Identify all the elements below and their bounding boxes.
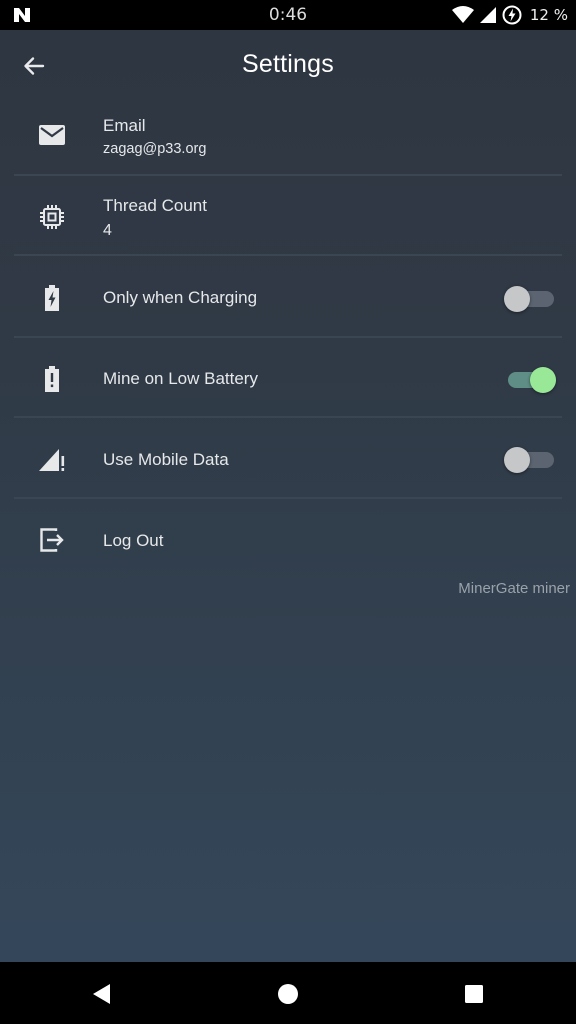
status-bar: 0:46 12 % — [0, 0, 576, 30]
page-title: Settings — [242, 50, 334, 78]
mail-icon — [36, 119, 68, 151]
toggle-thumb — [504, 286, 530, 312]
log-out-label: Log Out — [103, 531, 164, 550]
toolbar: Settings — [0, 30, 576, 100]
toggle-thumb — [504, 447, 530, 473]
setting-thread-count[interactable]: Thread Count 4 — [0, 176, 576, 256]
setting-email[interactable]: Email zagag@p33.org — [0, 100, 576, 180]
chip-icon — [36, 201, 68, 233]
status-icons: 12 % — [451, 4, 568, 26]
battery-percent: 12 % — [529, 6, 568, 24]
use-mobile-data-toggle[interactable] — [504, 444, 554, 474]
app-caption: MinerGate miner — [458, 580, 570, 597]
setting-thread-count-label: Thread Count — [103, 196, 207, 215]
only-when-charging-toggle[interactable] — [504, 283, 554, 313]
circle-home-icon — [278, 984, 298, 1004]
setting-mine-on-low-battery-label: Mine on Low Battery — [103, 369, 258, 388]
setting-use-mobile-data[interactable]: Use Mobile Data — [0, 418, 576, 498]
setting-email-label: Email — [103, 116, 146, 135]
log-out-button[interactable]: Log Out — [0, 499, 576, 579]
setting-email-value: zagag@p33.org — [103, 141, 207, 157]
toggle-thumb — [530, 367, 556, 393]
setting-mine-on-low-battery[interactable]: Mine on Low Battery — [0, 337, 576, 417]
battery-charging-icon — [36, 282, 68, 314]
setting-only-when-charging-label: Only when Charging — [103, 288, 258, 307]
setting-thread-count-value: 4 — [103, 222, 112, 239]
navigation-bar — [0, 962, 576, 1024]
square-recents-icon — [465, 985, 483, 1003]
battery-charging-status-icon — [502, 5, 522, 25]
nav-home-button[interactable] — [272, 978, 304, 1010]
mine-on-low-battery-toggle[interactable] — [504, 364, 556, 394]
cell-signal-icon — [479, 7, 496, 23]
setting-use-mobile-data-label: Use Mobile Data — [103, 450, 229, 469]
settings-screen: Settings Email zagag@p33.org Thread Coun… — [0, 30, 576, 962]
wifi-icon — [451, 6, 474, 23]
triangle-back-icon — [93, 984, 110, 1004]
signal-alert-icon — [36, 444, 68, 476]
setting-only-when-charging[interactable]: Only when Charging — [0, 256, 576, 336]
nav-recents-button[interactable] — [458, 978, 490, 1010]
exit-icon — [36, 524, 68, 556]
battery-alert-icon — [36, 363, 68, 395]
nav-back-button[interactable] — [86, 978, 118, 1010]
